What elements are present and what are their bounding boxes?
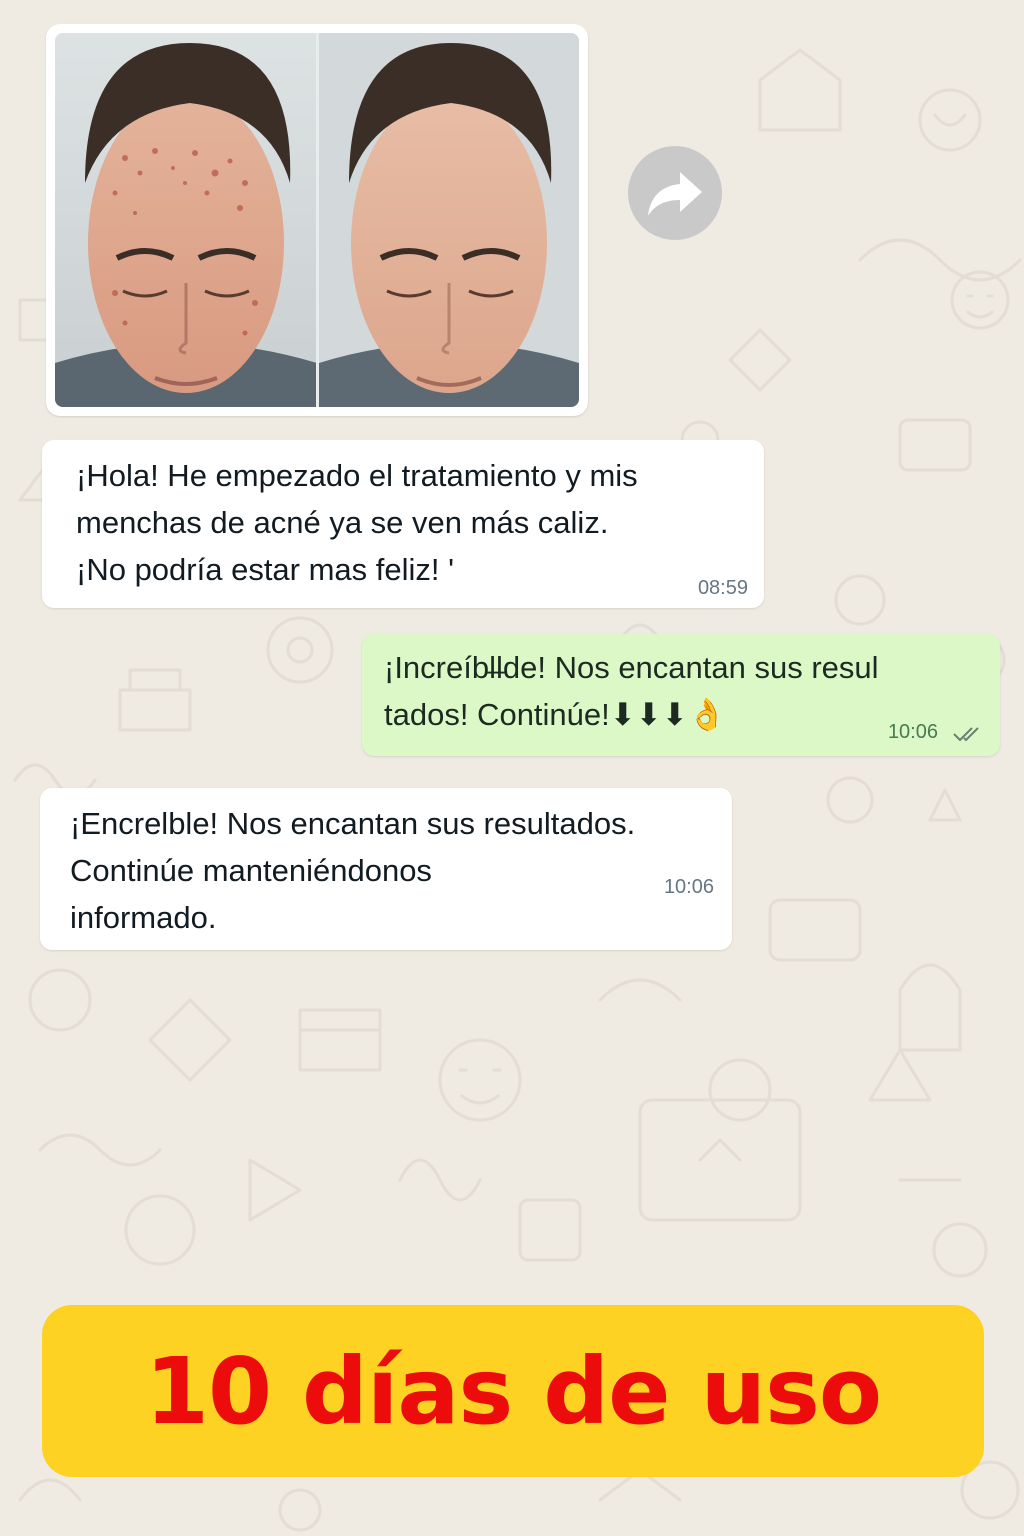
outgoing-message[interactable]: ¡Increíbl͏̶l͏d͏e! Nos encantan sus resu͏… <box>362 634 1000 756</box>
forward-arrow-icon <box>648 172 702 216</box>
banner-text: 10 días de uso <box>144 1337 882 1445</box>
before-after-face-photo <box>55 33 579 407</box>
message-time: 10:06 <box>663 876 714 898</box>
incoming-message[interactable]: ¡Encrelble! Nos encantan sus resultados.… <box>40 788 732 950</box>
message-text: ¡Increíbl͏̶l͏d͏e! Nos encantan sus resu͏… <box>384 650 879 732</box>
before-after-photo[interactable] <box>55 33 579 407</box>
message-time: 10:06 <box>887 721 938 743</box>
promo-banner: 10 días de uso <box>42 1305 984 1477</box>
image-message[interactable] <box>46 24 588 416</box>
message-text: ¡Encrelble! Nos encantan sus resultados.… <box>70 806 636 935</box>
message-time: 08:59 <box>697 577 748 599</box>
double-check-icon <box>953 727 979 742</box>
incoming-message[interactable]: ¡Hola! He empezado el tratamiento y mis … <box>42 440 764 608</box>
message-text: ¡Hola! He empezado el tratamiento y mis … <box>76 458 638 587</box>
forward-button[interactable] <box>628 146 722 240</box>
